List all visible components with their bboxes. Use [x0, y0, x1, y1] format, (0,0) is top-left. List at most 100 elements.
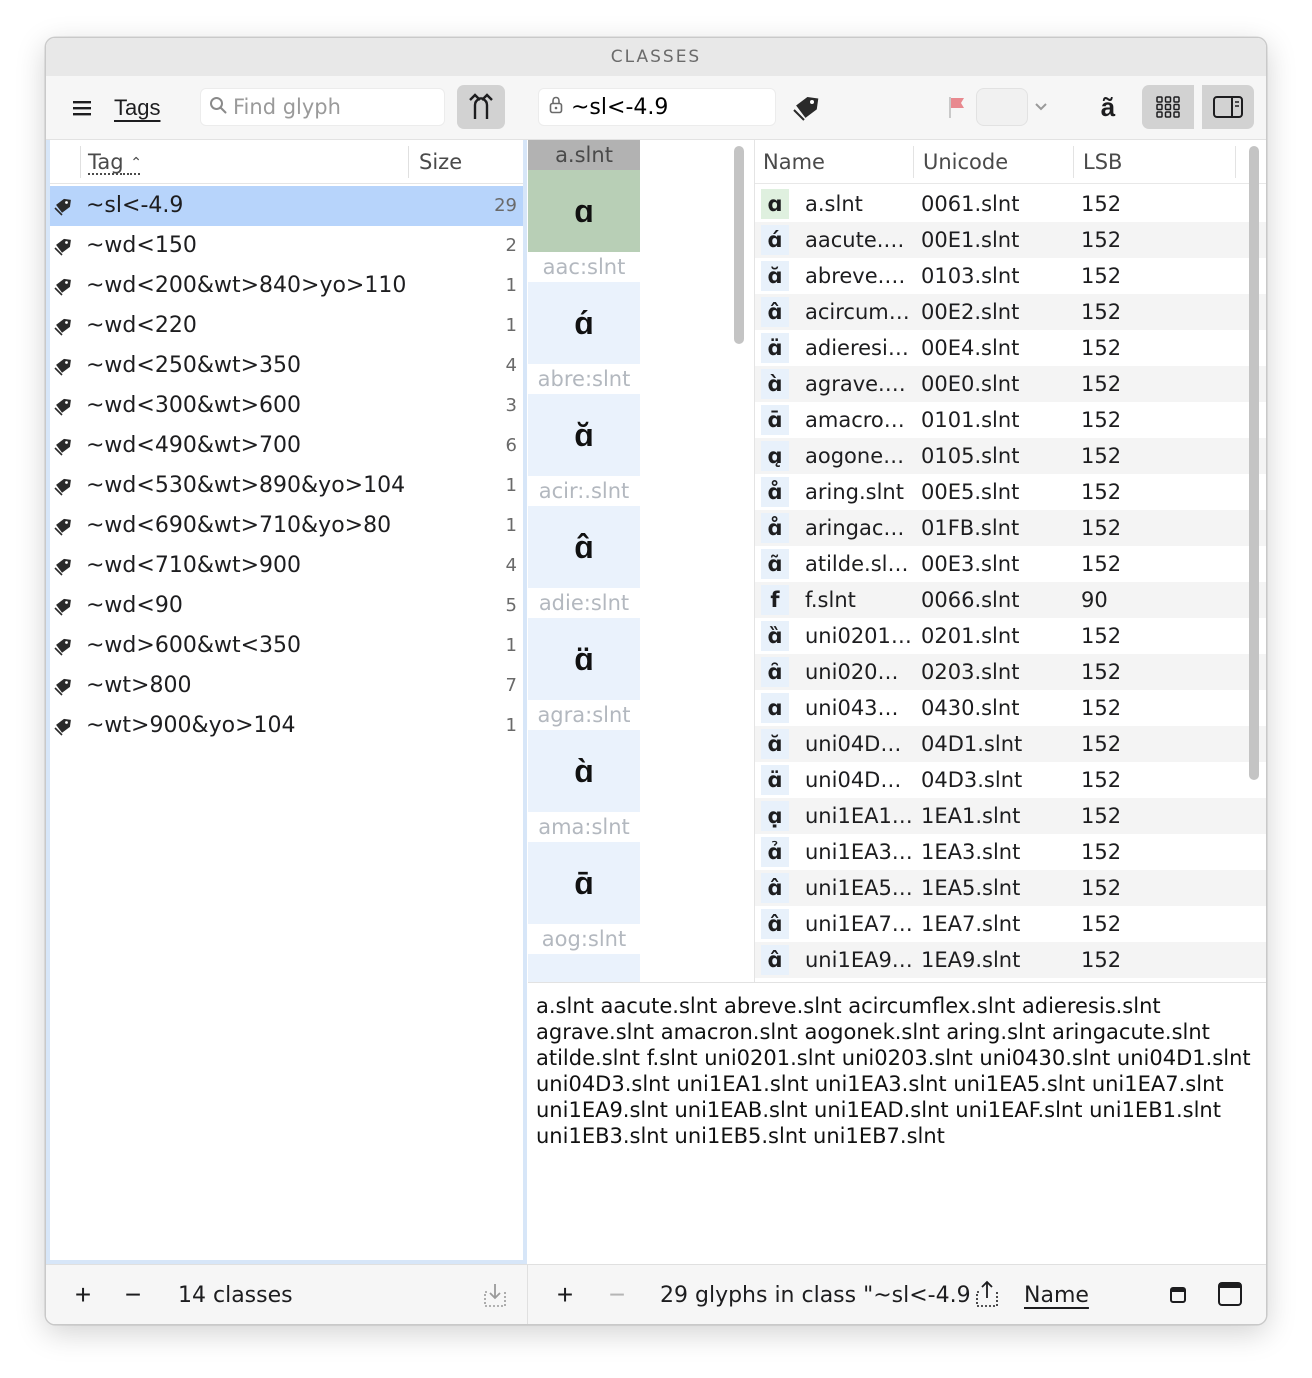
glyph-cell[interactable]: adie:slnt ɑ̈ [528, 588, 640, 700]
tag-row[interactable]: ~wd<250&wt>350 4 [50, 346, 523, 386]
table-row[interactable]: ɑ̆ uni04D… 04D1.slnt 152 [755, 726, 1266, 762]
window-maximize-icon[interactable] [1216, 1279, 1244, 1309]
glyph-cell-label: aog:slnt [528, 924, 640, 954]
table-row[interactable]: ɑ̆ abreve.… 0103.slnt 152 [755, 258, 1266, 294]
table-row[interactable]: ɑ̑ uni020… 0203.slnt 152 [755, 654, 1266, 690]
size-column-header[interactable]: Size [419, 150, 462, 174]
sort-by-button[interactable]: Name [1024, 1283, 1089, 1308]
unicode-cell: 00E5.slnt [921, 480, 1020, 504]
tag-count: 3 [505, 395, 517, 416]
table-row[interactable]: ɑ̣ uni1EA1… 1EA1.slnt 152 [755, 798, 1266, 834]
lsb-cell: 152 [1081, 732, 1122, 756]
table-row[interactable]: ɑ̈ uni04D… 04D3.slnt 152 [755, 762, 1266, 798]
branch-toggle-button[interactable] [457, 85, 505, 129]
table-row[interactable]: ɑ̂ uni1EA9… 1EA9.slnt 152 [755, 942, 1266, 978]
table-row[interactable]: ɑ̊ aring.slnt 00E5.slnt 152 [755, 474, 1266, 510]
tag-row[interactable]: ~wd<300&wt>600 3 [50, 386, 523, 426]
menu-icon[interactable] [68, 94, 96, 122]
glyph-cell[interactable]: ama:slnt ɑ̄ [528, 812, 640, 924]
glyph-preview-button[interactable]: ã [1092, 88, 1124, 126]
lsb-cell: 152 [1081, 516, 1122, 540]
tag-icon [54, 316, 74, 336]
branch-arrows-icon [469, 93, 493, 119]
sidebar-panel-icon[interactable] [1202, 85, 1254, 129]
window-minimize-icon[interactable] [1168, 1283, 1188, 1307]
glyph-cell[interactable]: abre:slnt ɑ̆ [528, 364, 640, 476]
glyph-cell-preview: ɑ̨ [528, 954, 640, 982]
glyph-thumbnail: ɑ̈ [761, 333, 789, 363]
glyph-cell[interactable]: agra:slnt ɑ̀ [528, 700, 640, 812]
lsb-cell: 152 [1081, 948, 1122, 972]
tag-row[interactable]: ~sl<-4.9 29 [50, 186, 523, 226]
lsb-cell: 90 [1081, 588, 1108, 612]
table-row[interactable]: ɑ̂ acircum… 00E2.slnt 152 [755, 294, 1266, 330]
table-row[interactable]: ɑ̊ aringac… 01FB.slnt 152 [755, 510, 1266, 546]
tag-column-header[interactable]: Tag ⌃ [88, 150, 142, 174]
tag-row[interactable]: ~wd<150 2 [50, 226, 523, 266]
glyph-list-text[interactable]: a.slnt aacute.slnt abreve.slnt acircumfl… [528, 982, 1266, 1264]
glyph-cell[interactable]: acir:.slnt ɑ̂ [528, 476, 640, 588]
color-well[interactable] [976, 88, 1028, 126]
table-row[interactable]: ɑ̄ amacro… 0101.slnt 152 [755, 402, 1266, 438]
lsb-cell: 152 [1081, 912, 1122, 936]
grid-view-icon[interactable] [1142, 85, 1194, 129]
table-row[interactable]: ɑ uni043… 0430.slnt 152 [755, 690, 1266, 726]
sort-ascending-icon: ⌃ [130, 155, 142, 171]
table-scrollbar[interactable] [1249, 146, 1259, 780]
name-column-header[interactable]: Name [763, 150, 825, 174]
add-tag-button[interactable]: + [72, 1279, 94, 1310]
glyph-cell[interactable]: aac:slnt ɑ́ [528, 252, 640, 364]
chevron-down-icon[interactable] [1030, 90, 1052, 124]
tag-icon [54, 556, 74, 576]
tag-name: ~sl<-4.9 [86, 193, 184, 218]
table-row[interactable]: ɑ a.slnt 0061.slnt 152 [755, 186, 1266, 222]
tag-icon [54, 516, 74, 536]
find-glyph-input[interactable] [233, 95, 433, 119]
glyph-thumbnail: f [761, 585, 789, 615]
tag-count: 1 [505, 475, 517, 496]
glyph-thumbnail: ɑ̆ [761, 729, 789, 759]
table-row[interactable]: f f.slnt 0066.slnt 90 [755, 582, 1266, 618]
tag-row[interactable]: ~wd<530&wt>890&yo>104 1 [50, 466, 523, 506]
tag-icon [54, 236, 74, 256]
tag-row[interactable]: ~wd<690&wt>710&yo>80 1 [50, 506, 523, 546]
tag-row[interactable]: ~wd<200&wt>840>yo>110 1 [50, 266, 523, 306]
tag-list-pane: Tag ⌃ Size ~sl<-4.9 29 ~wd<150 2 ~wd<200&wt>… [46, 140, 527, 1264]
tag-row[interactable]: ~wd<710&wt>900 4 [50, 546, 523, 586]
table-row[interactable]: ɑ̂ uni1EA7… 1EA7.slnt 152 [755, 906, 1266, 942]
strip-scrollbar[interactable] [734, 146, 744, 344]
tag-row[interactable]: ~wd>600&wt<350 1 [50, 626, 523, 666]
glyph-thumbnail: ɑ̆ [761, 261, 789, 291]
tag-list: ~sl<-4.9 29 ~wd<150 2 ~wd<200&wt>840>yo>110 1… [50, 186, 523, 746]
remove-glyph-button[interactable]: − [606, 1279, 628, 1310]
glyph-cell[interactable]: aog:slntɑ̨ [528, 924, 640, 982]
unicode-column-header[interactable]: Unicode [923, 150, 1008, 174]
tag-row[interactable]: ~wd<90 5 [50, 586, 523, 626]
table-row[interactable]: ɑ́ aacute.… 00E1.slnt 152 [755, 222, 1266, 258]
table-row[interactable]: ɑ̂ uni1EA5… 1EA5.slnt 152 [755, 870, 1266, 906]
table-row[interactable]: ɑ̃ atilde.sl… 00E3.slnt 152 [755, 546, 1266, 582]
tags-menu-button[interactable]: Tags [114, 92, 160, 124]
class-filter-input[interactable] [571, 94, 761, 120]
glyph-name-cell: uni04D… [805, 768, 902, 792]
export-icon[interactable] [974, 1279, 1000, 1309]
unicode-cell: 1EA7.slnt [921, 912, 1021, 936]
table-row[interactable]: ɑ̏ uni0201… 0201.slnt 152 [755, 618, 1266, 654]
tag-row[interactable]: ~wt>900&yo>104 1 [50, 706, 523, 746]
import-icon[interactable] [482, 1281, 508, 1309]
tag-icon[interactable] [791, 90, 825, 124]
table-row[interactable]: ɑ̉ uni1EA3… 1EA3.slnt 152 [755, 834, 1266, 870]
table-row[interactable]: ɑ̈ adieresi… 00E4.slnt 152 [755, 330, 1266, 366]
tag-row[interactable]: ~wd<220 1 [50, 306, 523, 346]
lsb-column-header[interactable]: LSB [1083, 150, 1122, 174]
glyph-cell-preview: ɑ [528, 170, 640, 252]
tag-row[interactable]: ~wt>800 7 [50, 666, 523, 706]
add-glyph-button[interactable]: + [554, 1279, 576, 1310]
table-row[interactable]: ɑ̨ aogone… 0105.slnt 152 [755, 438, 1266, 474]
flag-icon[interactable] [944, 90, 970, 124]
tag-row[interactable]: ~wd<490&wt>700 6 [50, 426, 523, 466]
remove-tag-button[interactable]: − [122, 1279, 144, 1310]
tag-icon [54, 276, 74, 296]
glyph-cell[interactable]: a.slnt ɑ [528, 140, 640, 252]
table-row[interactable]: ɑ̀ agrave.… 00E0.slnt 152 [755, 366, 1266, 402]
